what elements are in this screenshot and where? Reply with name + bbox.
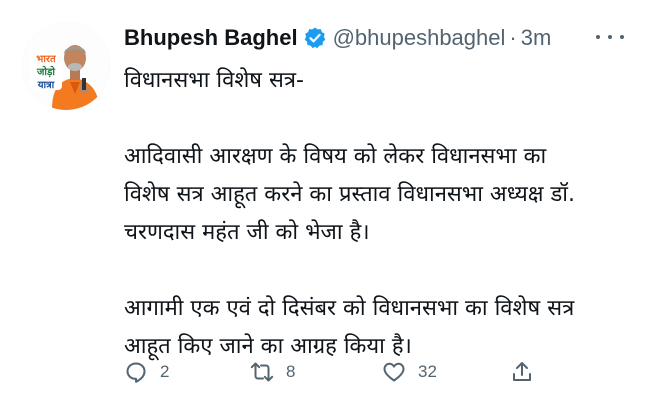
separator-dot: · (509, 25, 517, 50)
author-handle[interactable]: @bhupeshbaghel (333, 25, 506, 51)
tweet-text-line: आगामी एक एवं दो दिसंबर को विधानसभा का वि… (124, 296, 575, 321)
tweet-text-line: विशेष सत्र आहूत करने का प्रस्ताव विधानसभ… (124, 182, 575, 207)
tweet-text-line: चरणदास महंत जी को भेजा है। (124, 220, 370, 245)
share-icon (513, 362, 531, 381)
tweet-text-line: आदिवासी आरक्षण के विषय को लेकर विधानसभा … (124, 144, 547, 169)
share-button[interactable] (510, 356, 534, 388)
tweet-text: विधानसभा विशेष सत्र- आदिवासी आरक्षण के व… (124, 62, 624, 366)
avatar-badge-line1: भारत (36, 54, 57, 65)
retweet-button[interactable]: 8 (250, 356, 295, 388)
avatar[interactable]: भारत जोड़ो यात्रा (22, 22, 110, 110)
like-count: 32 (418, 362, 437, 381)
tweet-text-line: विधानसभा विशेष सत्र- (124, 68, 304, 93)
tweet-header: Bhupesh Baghel @bhupeshbaghel · 3m (124, 20, 551, 56)
author-name[interactable]: Bhupesh Baghel (124, 25, 298, 51)
like-icon (383, 362, 405, 382)
retweet-count: 8 (286, 362, 296, 381)
more-options-icon[interactable] (596, 26, 624, 48)
tweet-timestamp[interactable]: 3m (521, 25, 552, 51)
tweet[interactable]: भारत जोड़ो यात्रा Bhupesh Baghel @bhupes… (0, 0, 650, 400)
avatar-badge-line2: जोड़ो (36, 65, 55, 78)
tweet-actions: 2 8 32 (124, 356, 544, 388)
retweet-icon (250, 362, 274, 382)
like-button[interactable]: 32 (382, 356, 437, 388)
reply-icon (126, 362, 146, 383)
avatar-badge-line3: यात्रा (37, 80, 55, 91)
avatar-image: भारत जोड़ो यात्रा (22, 22, 110, 110)
reply-button[interactable]: 2 (124, 356, 169, 388)
reply-count: 2 (160, 362, 170, 381)
verified-badge-icon (303, 26, 327, 50)
